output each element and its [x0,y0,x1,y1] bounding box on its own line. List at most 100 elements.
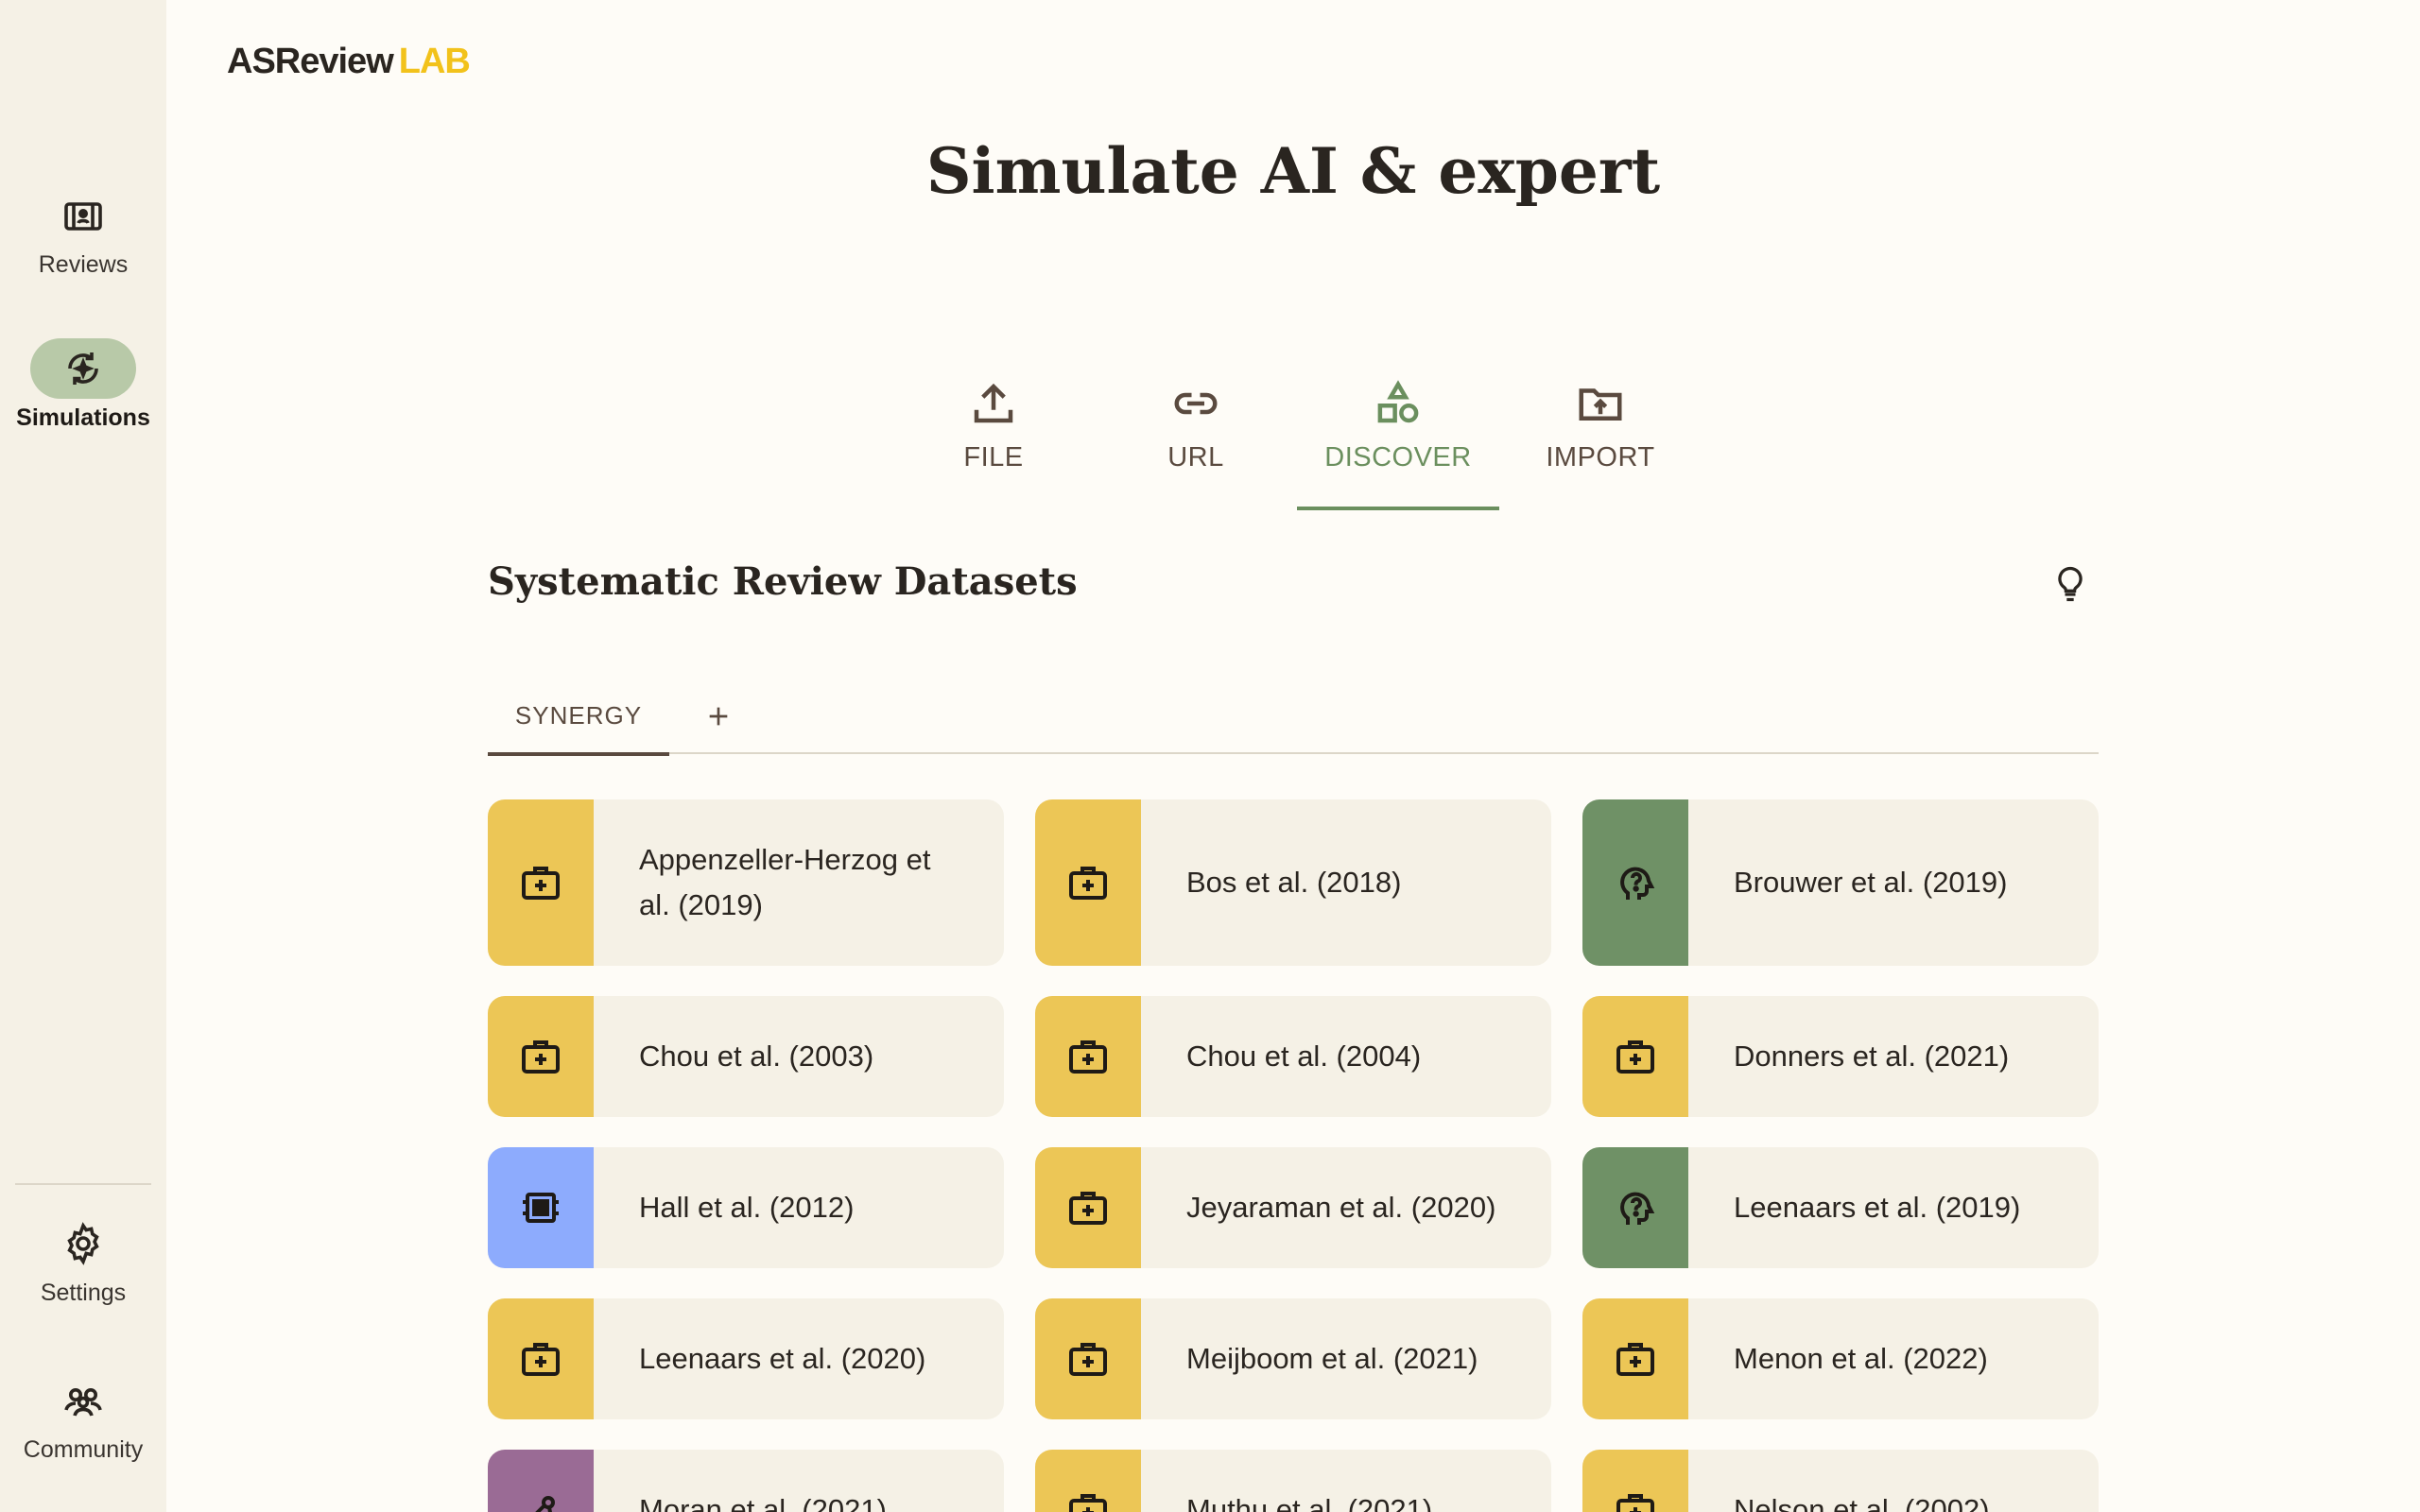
link-icon [1174,392,1218,415]
medical-kit-icon [1069,1040,1107,1074]
medical-kit-icon [1616,1494,1654,1512]
upload-icon [974,383,1013,423]
medical-kit-icon [1069,1494,1107,1512]
medical-kit-icon [522,1343,560,1376]
dataset-card[interactable]: Hall et al. (2012) [488,1147,1004,1268]
sidebar-item-label: Community [23,1436,144,1463]
tab-discover[interactable]: DISCOVER [1297,369,1499,510]
dataset-topic-badge [1035,996,1141,1117]
sidebar-item-label: Reviews [38,251,129,278]
dataset-name: Nelson et al. (2002) [1734,1493,1990,1512]
tab-synergy[interactable]: SYNERGY [488,677,669,756]
dataset-topic-badge [1035,1147,1141,1268]
dataset-name: Leenaars et al. (2019) [1734,1191,2021,1224]
reviews-pill [30,185,136,246]
dataset-name: Brouwer et al. (2019) [1734,866,2008,899]
dataset-name: Moran et al. (2021) [639,1493,887,1512]
psychology-icon [1620,867,1655,900]
dataset-card[interactable]: Meijboom et al. (2021) [1035,1298,1551,1419]
dataset-topic-badge [488,799,594,966]
dataset-card[interactable]: Menon et al. (2022) [1582,1298,2099,1419]
gear-icon [67,1222,99,1265]
dataset-name: Donners et al. (2021) [1734,1040,2010,1073]
logo-accent: LAB [398,42,471,81]
dataset-card[interactable]: Muthu et al. (2021) [1035,1450,1551,1512]
reviews-icon [64,202,102,231]
page-title: Simulate AI & expert [925,134,1661,208]
dataset-card[interactable]: Jeyaraman et al. (2020) [1035,1147,1551,1268]
dataset-card[interactable]: Chou et al. (2003) [488,996,1004,1117]
dataset-name: Leenaars et al. (2020) [639,1342,926,1375]
dataset-card[interactable]: Nelson et al. (2002) [1582,1450,2099,1512]
medical-kit-icon [1069,1343,1107,1376]
dataset-topic-badge [1035,1298,1141,1419]
tab-import[interactable]: IMPORT [1499,369,1702,510]
medical-kit-icon [1069,867,1107,900]
community-icon [64,1388,102,1417]
lightbulb-icon[interactable] [2049,563,2091,605]
settings-pill [30,1213,136,1274]
sidebar-item-label: Settings [40,1280,127,1306]
dataset-card[interactable]: Donners et al. (2021) [1582,996,2099,1117]
dataset-card[interactable]: Leenaars et al. (2020) [488,1298,1004,1419]
molecule-icon [535,1496,555,1512]
add-collection-button[interactable] [692,690,745,743]
medical-kit-icon [1616,1343,1654,1376]
sidebar-item-community[interactable]: Community [0,1370,166,1464]
dataset-topic-badge [1582,1450,1688,1512]
tab-label: IMPORT [1546,442,1655,472]
tab-file[interactable]: FILE [892,369,1095,510]
collection-tabs: SYNERGY [488,677,2099,756]
source-tabs: FILE URL DISCOVER IMPORT [892,369,1702,510]
dataset-name: Chou et al. (2004) [1186,1040,1422,1073]
dataset-topic-badge [488,996,594,1117]
community-pill [30,1370,136,1431]
sidebar-item-label: Simulations [16,404,150,431]
dataset-topic-badge [1582,1298,1688,1419]
dataset-name: Chou et al. (2003) [639,1040,874,1073]
dataset-name: Jeyaraman et al. (2020) [1186,1191,1496,1224]
dataset-topic-badge [488,1147,594,1268]
tab-label: FILE [963,442,1024,472]
dataset-topic-badge [1582,996,1688,1117]
dataset-card[interactable]: Leenaars et al. (2019) [1582,1147,2099,1268]
sidebar-item-settings[interactable]: Settings [0,1213,166,1307]
section-title: Systematic Review Datasets [488,559,1078,604]
dataset-topic-badge [1582,799,1688,966]
tab-label: DISCOVER [1324,442,1472,472]
dataset-name: Bos et al. (2018) [1186,866,1402,899]
plus-icon [709,707,728,726]
dataset-topic-badge [488,1298,594,1419]
sidebar: Reviews Simulations Settings Community [0,0,166,1512]
psychology-icon [1620,1192,1655,1225]
dataset-topic-badge [488,1450,594,1512]
dataset-topic-badge [1035,799,1141,966]
dataset-name: Meijboom et al. (2021) [1186,1342,1478,1375]
medical-kit-icon [1069,1192,1107,1225]
simulations-icon [68,352,98,385]
sidebar-divider [15,1183,151,1185]
computer-icon [523,1193,559,1223]
dataset-card[interactable]: Brouwer et al. (2019) [1582,799,2099,966]
dataset-topic-badge [1582,1147,1688,1268]
dataset-topic-badge [1035,1450,1141,1512]
dataset-name: Muthu et al. (2021) [1186,1493,1433,1512]
shapes-icon [1377,380,1419,423]
sidebar-item-reviews[interactable]: Reviews [0,185,166,279]
dataset-name: Menon et al. (2022) [1734,1342,1988,1375]
dataset-name: Appenzeller-Herzog et al. (2019) [639,843,931,921]
dataset-name: Hall et al. (2012) [639,1191,855,1224]
logo-main: ASReview [227,42,394,81]
folder-upload-icon [1579,388,1622,421]
sidebar-item-simulations[interactable]: Simulations [0,338,166,432]
medical-kit-icon [1616,1040,1654,1074]
dataset-card[interactable]: Appenzeller-Herzog et al. (2019) [488,799,1004,966]
dataset-card[interactable]: Moran et al. (2021) [488,1450,1004,1512]
medical-kit-icon [522,867,560,900]
app-logo[interactable]: ASReview LAB [227,42,471,82]
tab-url[interactable]: URL [1095,369,1297,510]
tab-label: URL [1167,442,1224,472]
medical-kit-icon [522,1040,560,1074]
dataset-card[interactable]: Bos et al. (2018) [1035,799,1551,966]
dataset-card[interactable]: Chou et al. (2004) [1035,996,1551,1117]
